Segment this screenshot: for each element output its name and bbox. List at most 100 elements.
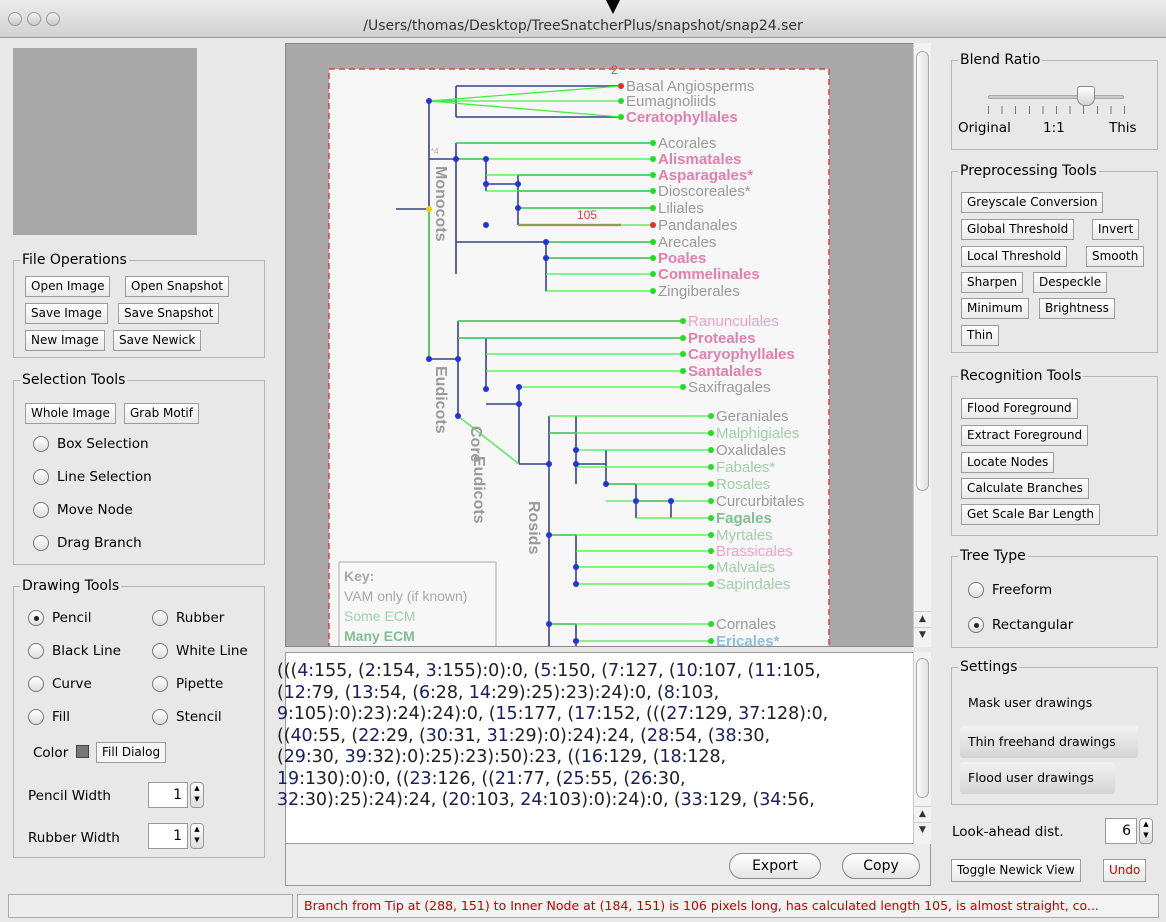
newick-scrollbar[interactable]: ▲ ▼: [913, 652, 931, 844]
scroll-up-arrow-icon[interactable]: ▲: [914, 611, 931, 626]
invert-button[interactable]: Invert: [1092, 219, 1140, 240]
tree-node[interactable]: [543, 255, 549, 261]
tree-node[interactable]: [650, 205, 656, 211]
tree-node[interactable]: [618, 114, 624, 120]
export-button[interactable]: Export: [729, 853, 821, 879]
undo-button[interactable]: Undo: [1103, 859, 1147, 882]
image-scrollbar-thumb[interactable]: [916, 51, 929, 491]
tree-node[interactable]: [618, 83, 624, 89]
tree-node[interactable]: [650, 239, 656, 245]
tree-node[interactable]: [650, 140, 656, 146]
rectangular-radio[interactable]: Rectangular: [968, 617, 1073, 633]
tree-node[interactable]: [650, 255, 656, 261]
tree-node[interactable]: [546, 532, 552, 538]
tree-node[interactable]: [453, 156, 459, 162]
tree-node[interactable]: [680, 351, 686, 357]
tree-node[interactable]: [708, 447, 714, 453]
tree-node[interactable]: [455, 356, 461, 362]
fill-dialog-button[interactable]: Fill Dialog: [96, 742, 167, 763]
tree-node[interactable]: [515, 181, 521, 187]
tree-node[interactable]: [483, 156, 489, 162]
newick-text[interactable]: (((4:155, (2:154, 3:155):0):0, (5:150, (…: [277, 661, 907, 812]
global-threshold-button[interactable]: Global Threshold: [961, 219, 1075, 240]
tree-node[interactable]: [483, 222, 489, 228]
grab-motif-button[interactable]: Grab Motif: [124, 403, 199, 424]
tree-node[interactable]: [546, 621, 552, 627]
tree-node[interactable]: [650, 172, 656, 178]
tree-node[interactable]: [708, 638, 714, 644]
smooth-button[interactable]: Smooth: [1086, 246, 1145, 267]
open-image-button[interactable]: Open Image: [25, 276, 111, 297]
tree-node[interactable]: [650, 271, 656, 277]
tree-node[interactable]: [455, 413, 461, 419]
tree-node[interactable]: [708, 481, 714, 487]
tree-node[interactable]: [708, 548, 714, 554]
tree-node[interactable]: [516, 401, 522, 407]
pencil-radio[interactable]: Pencil: [28, 610, 91, 626]
tree-image[interactable]: Basal AngiospermsEumagnoliidsCeratophyll…: [286, 44, 918, 647]
minimum-button[interactable]: Minimum: [961, 298, 1029, 319]
mask-user-drawings-option[interactable]: Mask user drawings: [968, 695, 1092, 710]
tree-node[interactable]: [573, 447, 579, 453]
sharpen-button[interactable]: Sharpen: [961, 272, 1024, 293]
tree-node[interactable]: [680, 368, 686, 374]
white-line-radio[interactable]: White Line: [152, 643, 248, 659]
tree-node[interactable]: [708, 413, 714, 419]
rubber-width-value[interactable]: 1: [148, 823, 188, 849]
tree-node[interactable]: [680, 318, 686, 324]
pencil-width-value[interactable]: 1: [148, 782, 188, 808]
tree-node[interactable]: [515, 205, 521, 211]
blend-slider-thumb[interactable]: [1076, 86, 1095, 106]
tree-node[interactable]: [426, 98, 432, 104]
calculate-branches-button[interactable]: Calculate Branches: [961, 478, 1089, 499]
tree-node[interactable]: [603, 481, 609, 487]
tree-node[interactable]: [708, 464, 714, 470]
newick-scrollbar-thumb[interactable]: [916, 658, 929, 798]
flood-user-drawings-option[interactable]: Flood user drawings: [960, 762, 1115, 794]
tree-node[interactable]: [483, 386, 489, 392]
tree-node[interactable]: [680, 335, 686, 341]
tree-node[interactable]: [708, 498, 714, 504]
stencil-radio[interactable]: Stencil: [152, 709, 222, 725]
locate-nodes-button[interactable]: Locate Nodes: [961, 452, 1055, 473]
tree-node[interactable]: [573, 581, 579, 587]
save-image-button[interactable]: Save Image: [25, 303, 108, 324]
tree-node[interactable]: [668, 498, 674, 504]
image-viewport[interactable]: Basal Angiosperms Eumagnoliids Ceratophyll…: [285, 43, 918, 647]
local-threshold-button[interactable]: Local Threshold: [961, 246, 1068, 267]
tree-node[interactable]: [650, 222, 656, 228]
rubber-width-stepper[interactable]: 1 ▲ ▼: [148, 823, 204, 849]
brightness-button[interactable]: Brightness: [1039, 298, 1115, 319]
tree-node[interactable]: [650, 156, 656, 162]
pipette-radio[interactable]: Pipette: [152, 676, 223, 692]
freeform-radio[interactable]: Freeform: [968, 582, 1052, 598]
color-swatch[interactable]: [76, 745, 89, 758]
stepper-arrows-icon[interactable]: ▲ ▼: [1139, 818, 1153, 844]
tree-node[interactable]: [543, 239, 549, 245]
move-node-radio[interactable]: Move Node: [33, 502, 133, 518]
tree-node[interactable]: [618, 98, 624, 104]
despeckle-button[interactable]: Despeckle: [1033, 272, 1108, 293]
tree-node[interactable]: [708, 621, 714, 627]
black-line-radio[interactable]: Black Line: [28, 643, 121, 659]
thin-freehand-drawings-option[interactable]: Thin freehand drawings: [960, 726, 1138, 758]
tree-node[interactable]: [426, 206, 432, 212]
thin-button[interactable]: Thin: [961, 325, 999, 346]
copy-button[interactable]: Copy: [842, 853, 920, 879]
tree-node[interactable]: [708, 430, 714, 436]
scroll-down-arrow-icon[interactable]: ▼: [914, 627, 931, 642]
image-scrollbar[interactable]: ▲ ▼: [913, 43, 931, 647]
extract-foreground-button[interactable]: Extract Foreground: [961, 425, 1089, 446]
look-ahead-value[interactable]: 6: [1105, 818, 1137, 844]
stepper-arrows-icon[interactable]: ▲ ▼: [190, 823, 204, 849]
rubber-radio[interactable]: Rubber: [152, 610, 224, 626]
tree-node[interactable]: [573, 564, 579, 570]
box-selection-radio[interactable]: Box Selection: [33, 436, 149, 452]
flood-foreground-button[interactable]: Flood Foreground: [961, 398, 1078, 419]
tree-node[interactable]: [708, 532, 714, 538]
tree-node[interactable]: [708, 581, 714, 587]
greyscale-conversion-button[interactable]: Greyscale Conversion: [961, 192, 1104, 213]
whole-image-button[interactable]: Whole Image: [25, 403, 116, 424]
tree-node[interactable]: [573, 461, 579, 467]
tree-node[interactable]: [546, 461, 552, 467]
